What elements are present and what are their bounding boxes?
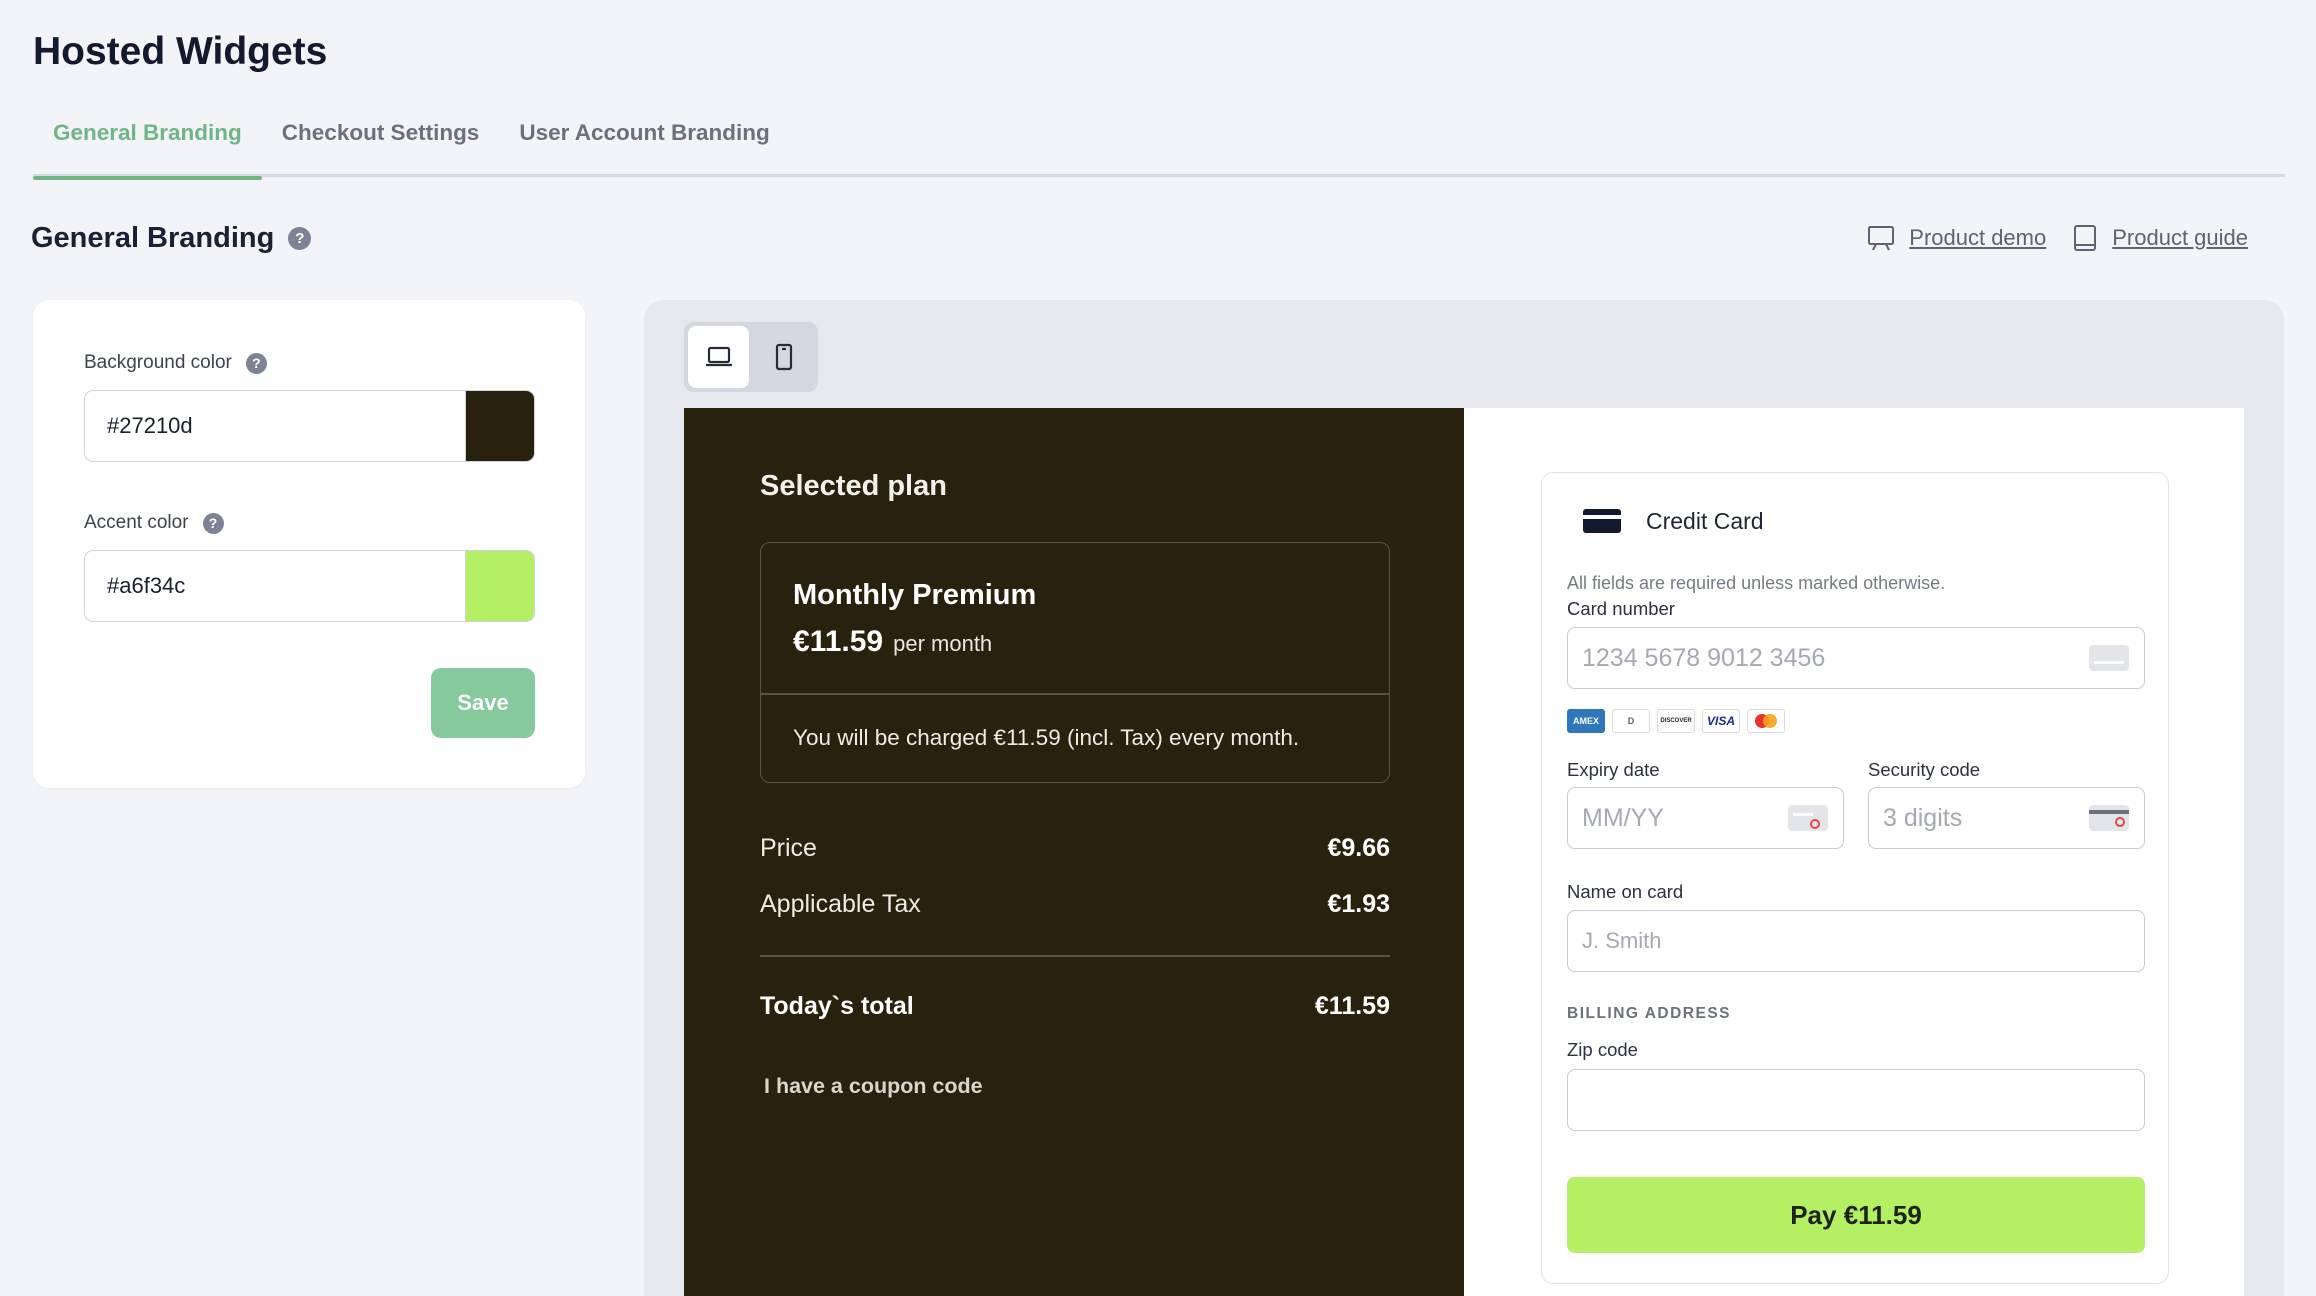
tab-checkout-settings[interactable]: Checkout Settings bbox=[262, 110, 500, 177]
presentation-icon bbox=[1868, 226, 1895, 251]
price-row: Price €9.66 bbox=[760, 834, 1390, 863]
plan-price-line: €11.59 per month bbox=[793, 625, 992, 659]
expiry-date-label: Expiry date bbox=[1567, 759, 1660, 780]
expiry-date-placeholder: MM/YY bbox=[1582, 803, 1664, 832]
background-color-label: Background color ? bbox=[84, 352, 267, 374]
name-on-card-input[interactable]: J. Smith bbox=[1567, 910, 2145, 972]
tax-row: Applicable Tax €1.93 bbox=[760, 890, 1390, 919]
zip-code-input[interactable] bbox=[1567, 1069, 2145, 1131]
save-button[interactable]: Save bbox=[431, 668, 535, 738]
form-hint: All fields are required unless marked ot… bbox=[1567, 573, 1946, 593]
device-toggle bbox=[684, 322, 818, 392]
plan-charge-note: You will be charged €11.59 (incl. Tax) e… bbox=[793, 725, 1300, 750]
zip-code-label: Zip code bbox=[1567, 1039, 1638, 1060]
accent-color-value[interactable]: #a6f34c bbox=[85, 551, 465, 621]
card-expiry-icon bbox=[1788, 805, 1828, 831]
plan-period: per month bbox=[893, 631, 993, 656]
help-icon[interactable]: ? bbox=[288, 227, 312, 250]
tab-bar: General Branding Checkout Settings User … bbox=[33, 110, 2285, 180]
total-label: Today`s total bbox=[760, 992, 914, 1020]
name-on-card-label: Name on card bbox=[1567, 881, 1684, 902]
phone-icon bbox=[775, 343, 792, 371]
background-color-field[interactable]: #27210d bbox=[84, 390, 535, 462]
payment-method-label: Credit Card bbox=[1646, 507, 1764, 534]
section-title: General Branding ? bbox=[31, 222, 312, 255]
tax-label: Applicable Tax bbox=[760, 890, 921, 918]
background-color-label-text: Background color bbox=[84, 352, 232, 373]
card-number-placeholder: 1234 5678 9012 3456 bbox=[1582, 643, 1826, 672]
product-guide-link[interactable]: Product guide bbox=[2072, 224, 2248, 252]
total-value: €11.59 bbox=[1314, 992, 1390, 1020]
total-row: Today`s total €11.59 bbox=[760, 992, 1390, 1021]
card-number-input[interactable]: 1234 5678 9012 3456 bbox=[1567, 627, 2145, 689]
mastercard-logo: mastercard bbox=[1747, 709, 1785, 733]
product-guide-label: Product guide bbox=[2112, 225, 2248, 250]
divider bbox=[760, 955, 1390, 957]
product-demo-link[interactable]: Product demo bbox=[1867, 224, 2046, 252]
price-value: €9.66 bbox=[1327, 834, 1390, 862]
price-label: Price bbox=[760, 834, 817, 862]
background-color-value[interactable]: #27210d bbox=[85, 391, 465, 461]
order-summary: Selected plan Monthly Premium €11.59 per… bbox=[684, 408, 1464, 1296]
security-code-input[interactable]: 3 digits bbox=[1868, 787, 2145, 849]
amex-logo: AMEX bbox=[1567, 709, 1605, 733]
selected-plan-heading: Selected plan bbox=[760, 470, 947, 502]
security-code-placeholder: 3 digits bbox=[1883, 803, 1963, 832]
branding-settings-card: Background color ? #27210d Accent color … bbox=[33, 300, 585, 788]
desktop-view-button[interactable] bbox=[688, 326, 749, 388]
card-brand-logos: AMEX D DISCOVER VISA mastercard bbox=[1567, 709, 1785, 733]
mobile-view-button[interactable] bbox=[753, 326, 814, 388]
billing-address-heading: BILLING ADDRESS bbox=[1567, 1005, 1732, 1022]
book-icon bbox=[2074, 225, 2097, 251]
credit-card-icon bbox=[1583, 509, 1621, 533]
payment-side: Credit Card All fields are required unle… bbox=[1464, 408, 2244, 1296]
mastercard-icon bbox=[1755, 714, 1777, 728]
card-cvc-icon bbox=[2089, 805, 2129, 831]
plan-price: €11.59 bbox=[793, 625, 884, 658]
tax-value: €1.93 bbox=[1327, 890, 1390, 918]
page-title: Hosted Widgets bbox=[33, 30, 328, 73]
name-on-card-placeholder: J. Smith bbox=[1582, 928, 1662, 953]
product-demo-label: Product demo bbox=[1909, 225, 2047, 250]
accent-color-label: Accent color ? bbox=[84, 512, 224, 534]
checkout-preview-panel: Selected plan Monthly Premium €11.59 per… bbox=[644, 300, 2284, 1296]
payment-method-header: Credit Card bbox=[1582, 507, 1764, 535]
help-icon[interactable]: ? bbox=[202, 512, 224, 534]
accent-color-swatch[interactable] bbox=[465, 551, 534, 621]
doc-links: Product demo Product guide bbox=[1867, 224, 2248, 252]
section-title-text: General Branding bbox=[31, 222, 275, 254]
plan-name: Monthly Premium bbox=[793, 579, 1037, 611]
expiry-date-input[interactable]: MM/YY bbox=[1567, 787, 1844, 849]
pay-button[interactable]: Pay €11.59 bbox=[1567, 1177, 2145, 1253]
security-code-label: Security code bbox=[1868, 759, 1981, 780]
plan-card: Monthly Premium €11.59 per month You wil… bbox=[760, 542, 1390, 783]
credit-card-form: Credit Card All fields are required unle… bbox=[1541, 472, 2169, 1284]
card-number-label: Card number bbox=[1567, 598, 1675, 619]
tab-general-branding[interactable]: General Branding bbox=[33, 110, 262, 180]
diners-logo: D bbox=[1612, 709, 1650, 733]
background-color-swatch[interactable] bbox=[465, 391, 534, 461]
help-icon[interactable]: ? bbox=[245, 352, 267, 374]
discover-logo: DISCOVER bbox=[1657, 709, 1695, 733]
card-placeholder-icon bbox=[2089, 645, 2129, 671]
laptop-icon bbox=[705, 346, 732, 367]
visa-logo: VISA bbox=[1702, 709, 1740, 733]
accent-color-field[interactable]: #a6f34c bbox=[84, 550, 535, 622]
accent-color-label-text: Accent color bbox=[84, 512, 189, 533]
tab-user-account-branding[interactable]: User Account Branding bbox=[499, 110, 789, 177]
divider bbox=[761, 693, 1389, 695]
coupon-code-link[interactable]: I have a coupon code bbox=[764, 1074, 983, 1099]
